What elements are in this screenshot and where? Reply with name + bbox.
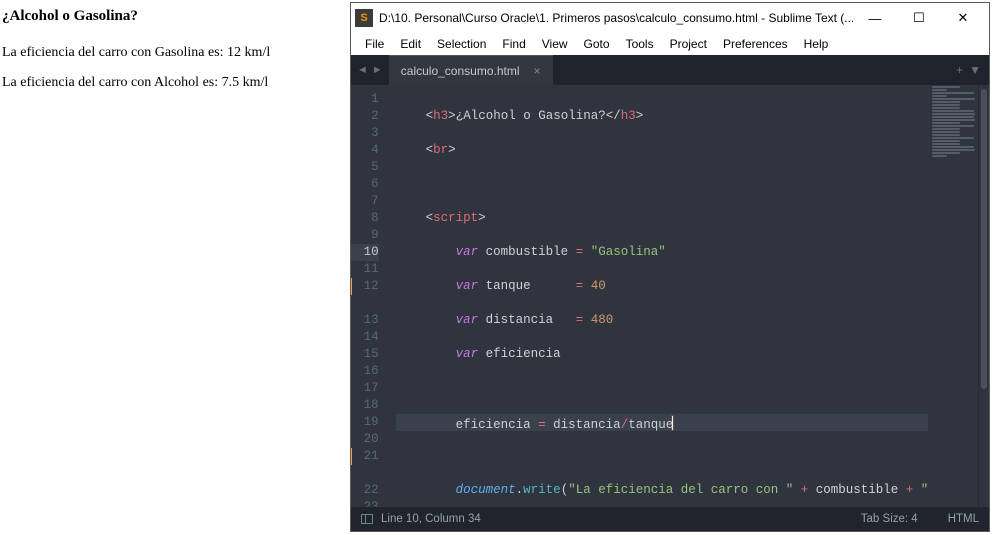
output-line-2: La eficiencia del carro con Alcohol es: …: [2, 75, 350, 91]
close-button[interactable]: ✕: [941, 4, 985, 32]
statusbar: Line 10, Column 34 Tab Size: 4 HTML: [351, 507, 989, 531]
tabbar: ◄ ► calculo_consumo.html × + ▼: [351, 55, 989, 85]
page-heading: ¿Alcohol o Gasolina?: [2, 8, 350, 25]
menu-tools[interactable]: Tools: [618, 35, 662, 53]
tab-size[interactable]: Tab Size: 4: [861, 513, 918, 525]
menu-goto[interactable]: Goto: [576, 35, 618, 53]
menu-file[interactable]: File: [357, 35, 392, 53]
code-area[interactable]: <h3>¿Alcohol o Gasolina?</h3> <br> <scri…: [388, 85, 929, 507]
menu-preferences[interactable]: Preferences: [715, 35, 796, 53]
line-gutter: 123456789101112131415161718192021222324: [351, 85, 388, 507]
scrollbar-thumb[interactable]: [981, 89, 987, 389]
window-title: D:\10. Personal\Curso Oracle\1. Primeros…: [379, 11, 853, 25]
menu-selection[interactable]: Selection: [429, 35, 494, 53]
titlebar[interactable]: S D:\10. Personal\Curso Oracle\1. Primer…: [351, 3, 989, 33]
tab-next-icon[interactable]: ►: [370, 64, 385, 76]
sublime-window: S D:\10. Personal\Curso Oracle\1. Primer…: [350, 2, 990, 532]
new-tab-icon[interactable]: +: [956, 63, 963, 77]
file-tab[interactable]: calculo_consumo.html ×: [389, 55, 553, 85]
output-line-1: La eficiencia del carro con Gasolina es:…: [2, 45, 350, 61]
minimize-button[interactable]: —: [853, 4, 897, 32]
tab-menu-icon[interactable]: ▼: [969, 63, 981, 77]
file-tab-label: calculo_consumo.html: [401, 64, 520, 78]
text-cursor: [672, 416, 673, 430]
maximize-button[interactable]: ☐: [897, 4, 941, 32]
tab-nav: ◄ ►: [351, 55, 389, 85]
menu-edit[interactable]: Edit: [392, 35, 429, 53]
editor[interactable]: 123456789101112131415161718192021222324 …: [351, 85, 989, 507]
menu-help[interactable]: Help: [796, 35, 837, 53]
menu-find[interactable]: Find: [494, 35, 533, 53]
window-controls: — ☐ ✕: [853, 4, 985, 32]
menubar: File Edit Selection Find View Goto Tools…: [351, 33, 989, 55]
vertical-scrollbar[interactable]: [978, 85, 989, 507]
cursor-position[interactable]: Line 10, Column 34: [381, 513, 481, 525]
close-tab-icon[interactable]: ×: [534, 64, 541, 78]
panel-toggle-icon[interactable]: [361, 514, 373, 524]
tab-prev-icon[interactable]: ◄: [355, 64, 370, 76]
app-icon: S: [355, 9, 373, 27]
syntax-mode[interactable]: HTML: [948, 513, 979, 525]
minimap[interactable]: [928, 85, 978, 507]
menu-view[interactable]: View: [534, 35, 576, 53]
menu-project[interactable]: Project: [662, 35, 715, 53]
browser-output: ¿Alcohol o Gasolina? La eficiencia del c…: [0, 0, 350, 105]
